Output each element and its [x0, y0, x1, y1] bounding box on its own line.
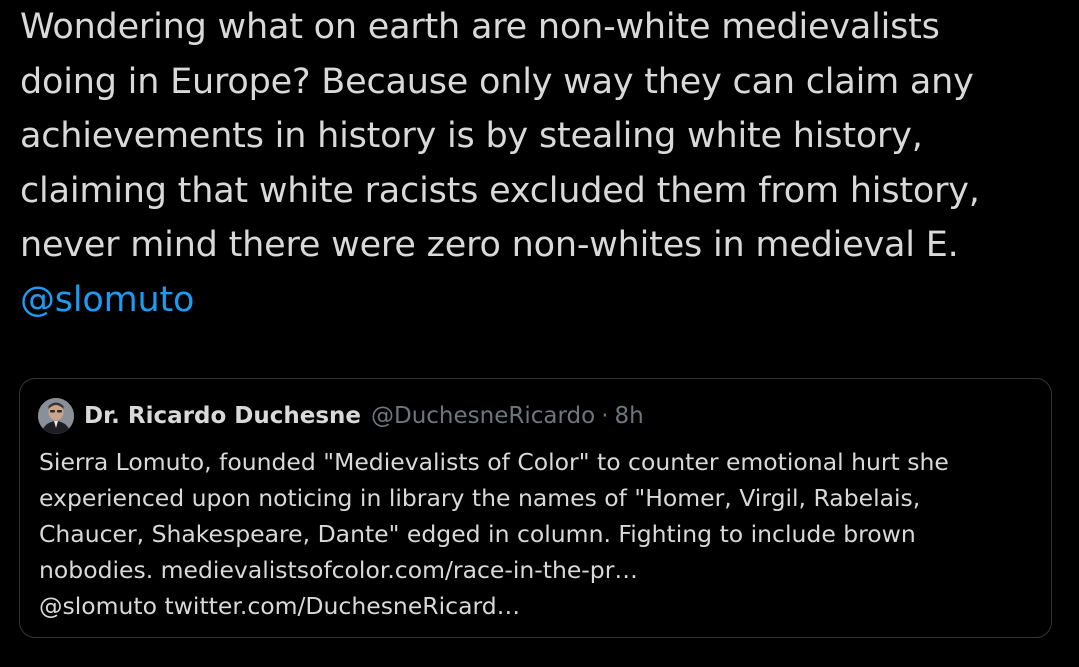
- author-handle[interactable]: @DuchesneRicardo: [371, 403, 595, 429]
- quoted-tweet-header: Dr. Ricardo Duchesne @DuchesneRicardo · …: [38, 397, 644, 435]
- quoted-tweet-text: Sierra Lomuto, founded "Medievalists of …: [39, 444, 1039, 624]
- tweet-line: achievements in history is by stealing w…: [20, 116, 923, 156]
- tweet-line: Wondering what on earth are non-white me…: [20, 7, 940, 47]
- quoted-tweet-line: Chaucer, Shakespeare, Dante" edged in co…: [39, 520, 916, 548]
- quoted-tweet-card[interactable]: Dr. Ricardo Duchesne @DuchesneRicardo · …: [19, 378, 1052, 638]
- quoted-tweet-line: experienced upon noticing in library the…: [39, 484, 921, 512]
- separator-dot: ·: [601, 403, 609, 429]
- quoted-tweet-line: Sierra Lomuto, founded "Medievalists of …: [39, 448, 949, 476]
- tweet-line: never mind there were zero non-whites in…: [20, 225, 959, 265]
- tweet-line: doing in Europe? Because only way they c…: [20, 61, 974, 102]
- timestamp[interactable]: 8h: [615, 403, 644, 429]
- mention-link[interactable]: @slomuto: [20, 273, 1060, 328]
- tweet-text: Wondering what on earth are non-white me…: [20, 0, 1060, 327]
- tweet-line: claiming that white racists excluded the…: [20, 170, 980, 211]
- avatar[interactable]: [38, 398, 74, 434]
- avatar-image: [38, 398, 74, 434]
- quoted-tweet-line: nobodies. medievalistsofcolor.com/race-i…: [39, 556, 638, 584]
- quoted-tweet-line: @slomuto twitter.com/DuchesneRicard…: [39, 592, 521, 620]
- author-name[interactable]: Dr. Ricardo Duchesne: [84, 403, 361, 429]
